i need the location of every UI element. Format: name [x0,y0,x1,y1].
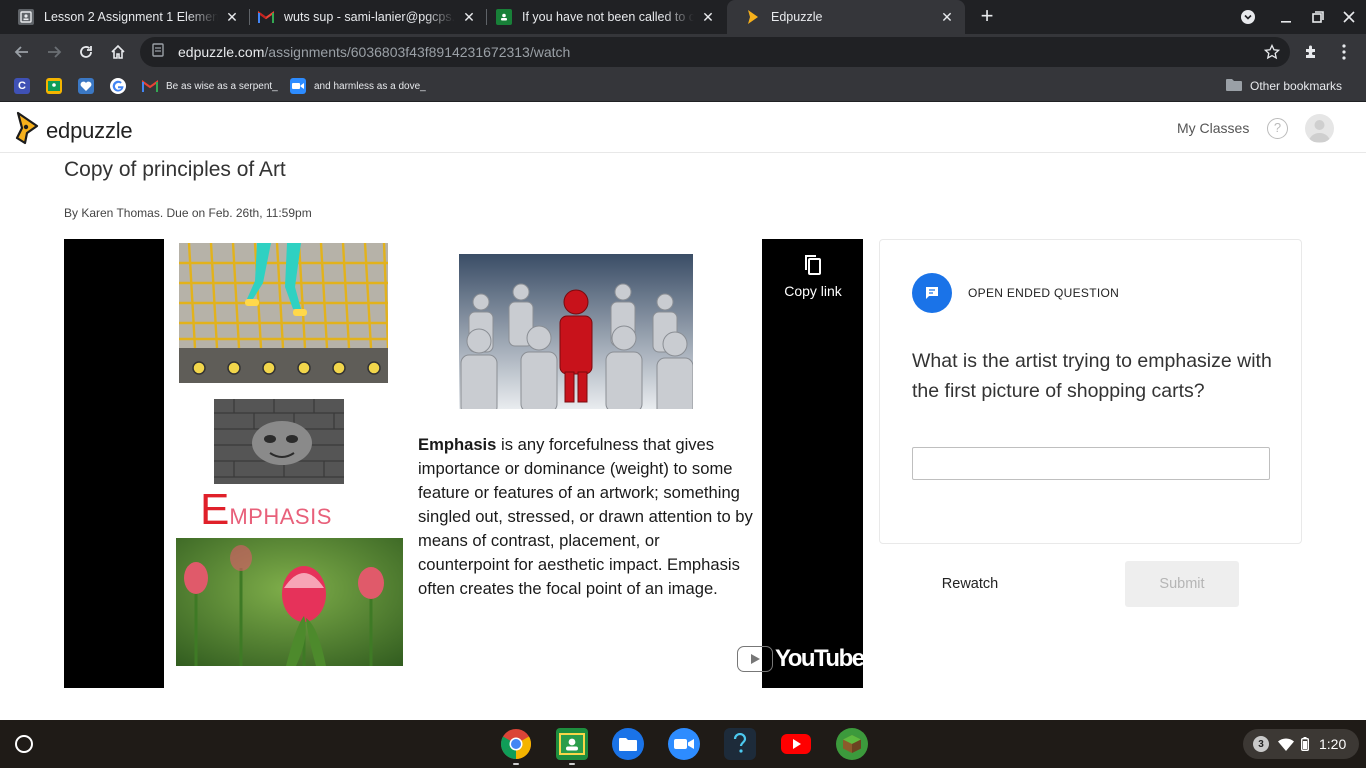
copy-link-button[interactable]: Copy link [782,253,844,299]
bookmark-star-icon[interactable] [1260,40,1284,64]
question-type-label: OPEN ENDED QUESTION [968,286,1120,300]
battery-icon [1301,737,1309,751]
folder-icon [1226,78,1242,94]
classroom-icon [46,78,62,94]
classroom-icon[interactable] [556,728,588,760]
other-bookmarks[interactable]: Other bookmarks [1226,77,1342,95]
tab-search-icon[interactable] [1231,0,1265,34]
tab-title: Edpuzzle [771,10,823,24]
tab-edpuzzle[interactable]: Edpuzzle ✕ [727,0,965,34]
bookmark-heart[interactable] [78,77,94,95]
tulips-image [176,538,403,666]
bookmark-serpent[interactable]: Be as wise as a serpent_ [142,77,278,95]
tab-title: Lesson 2 Assignment 1 Elements [44,10,218,24]
stone-face-image [214,399,344,484]
reload-icon[interactable] [74,40,98,64]
quizlet-icon[interactable] [724,728,756,760]
address-bar[interactable]: edpuzzle.com/assignments/6036803f43f8914… [140,37,1290,67]
submit-button[interactable]: Submit [1125,561,1239,607]
edpuzzle-header: edpuzzle My Classes ? [0,103,1366,153]
gmail-icon [142,78,158,94]
browser-toolbar: edpuzzle.com/assignments/6036803f43f8914… [0,34,1366,70]
chrome-menu-icon[interactable] [1332,40,1356,64]
close-tab-icon[interactable]: ✕ [224,9,240,25]
close-tab-icon[interactable]: ✕ [700,9,716,25]
forward-icon[interactable] [42,40,66,64]
bookmark-google[interactable] [110,77,126,95]
shopping-carts-image [179,243,388,383]
help-icon[interactable]: ? [1267,118,1288,139]
extensions-icon[interactable] [1299,40,1323,64]
close-window-icon[interactable] [1332,0,1366,34]
video-frame: EMPHASIS Emphasis is any forcefulness th… [164,239,762,688]
page-title: Copy of principles of Art [64,158,286,181]
copy-icon [803,253,823,280]
edpuzzle-logo-icon [14,111,40,150]
bookmark-label: and harmless as a dove_ [314,80,426,92]
logo-wordmark: edpuzzle [46,117,133,143]
classroom-icon [496,9,512,25]
tab-classroom[interactable]: If you have not been called to class ✕ [478,0,726,34]
assignment-byline: By Karen Thomas. Due on Feb. 26th, 11:59… [64,206,312,220]
browser-tab-strip: Lesson 2 Assignment 1 Elements ✕ wuts su… [0,0,1366,34]
status-tray[interactable]: 3 1:20 [1243,729,1359,759]
tab-title: wuts sup - sami-lanier@pgcps.org [284,10,455,24]
bookmark-dove[interactable]: and harmless as a dove_ [290,77,426,95]
bookmark-label: Be as wise as a serpent_ [166,80,278,92]
chrome-icon[interactable] [500,728,532,760]
new-tab-button[interactable]: + [976,5,998,27]
rewatch-button[interactable]: Rewatch [920,562,1020,606]
notification-count-badge: 3 [1253,736,1269,752]
bookmark-c[interactable]: C [14,77,30,95]
slide-definition: Emphasis is any forcefulness that gives … [418,435,753,598]
heart-icon [78,78,94,94]
close-tab-icon[interactable]: ✕ [461,9,477,25]
app-running-indicator [569,763,575,765]
launcher-icon[interactable] [15,735,33,753]
question-text: What is the artist trying to emphasize w… [912,350,1272,402]
clock: 1:20 [1319,736,1347,752]
minecraft-icon[interactable] [836,728,868,760]
bookmark-classroom[interactable] [46,77,62,95]
slide-title: EMPHASIS [200,485,332,534]
app-running-indicator [513,763,519,765]
wifi-icon [1278,737,1294,751]
my-classes-link[interactable]: My Classes [1177,120,1249,136]
url-text: edpuzzle.com/assignments/6036803f43f8914… [178,44,571,60]
comment-icon [912,273,952,313]
c-icon: C [14,78,30,94]
google-icon [110,78,126,94]
youtube-logo[interactable]: YouTube [737,645,863,673]
files-icon[interactable] [612,728,644,760]
gmail-icon [258,9,274,25]
close-tab-icon[interactable]: ✕ [939,9,955,25]
question-card: OPEN ENDED QUESTION What is the artist t… [879,239,1302,544]
tab-title: If you have not been called to class [522,10,694,24]
avatar[interactable] [1305,114,1334,143]
zoom-icon [290,78,306,94]
edpuzzle-logo[interactable]: edpuzzle [14,111,133,150]
home-icon[interactable] [106,40,130,64]
restore-icon[interactable] [1301,0,1335,34]
youtube-icon[interactable] [780,728,812,760]
red-figure-crowd-image [459,254,693,409]
back-icon[interactable] [10,40,34,64]
page-info-icon[interactable] [152,42,164,62]
minimize-icon[interactable] [1269,0,1303,34]
youtube-play-icon [737,646,773,672]
tab-gmail[interactable]: wuts sup - sami-lanier@pgcps.org ✕ [240,0,487,34]
classroom-assignment-icon [18,9,34,25]
edpuzzle-icon [745,9,761,25]
tab-lesson-2-assignment[interactable]: Lesson 2 Assignment 1 Elements ✕ [0,0,250,34]
answer-input[interactable] [912,447,1270,480]
os-shelf: 3 1:20 [0,720,1366,768]
video-player[interactable]: EMPHASIS Emphasis is any forcefulness th… [64,239,863,688]
zoom-icon[interactable] [668,728,700,760]
bookmarks-bar: C Be as wise as a serpent_ and harmless … [0,70,1366,102]
